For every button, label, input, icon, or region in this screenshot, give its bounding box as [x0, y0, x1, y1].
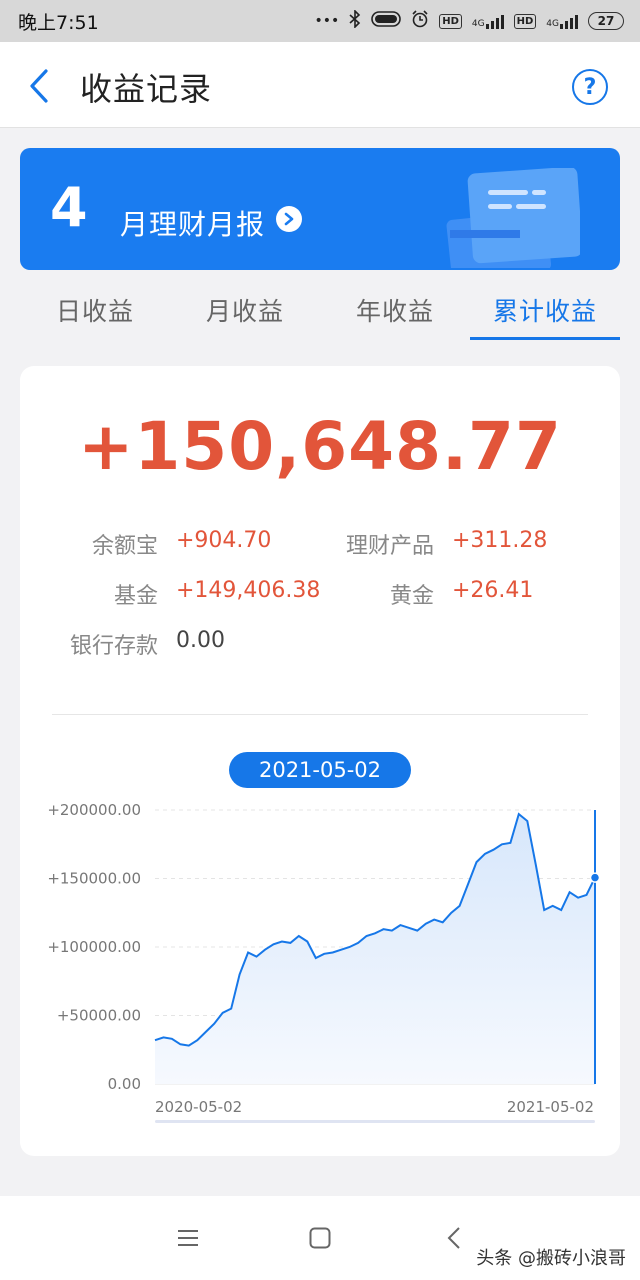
y-tick-label: +150000.00: [47, 870, 141, 888]
chart-range-bar[interactable]: [155, 1120, 595, 1123]
battery-icon: 27: [588, 12, 624, 30]
arrow-right-icon: [276, 206, 302, 232]
total-earnings: +150,648.77: [78, 408, 562, 485]
help-button[interactable]: ?: [572, 69, 608, 105]
signal-icon: [485, 13, 504, 29]
back-button[interactable]: [24, 66, 54, 106]
summary-card: +150,648.77 余额宝 +904.70 理财产品 +311.28 基金 …: [20, 366, 620, 1156]
y-tick-label: +50000.00: [57, 1007, 141, 1025]
x-axis-start-label: 2020-05-02: [155, 1098, 243, 1116]
breakdown-row: 银行存款 0.00: [20, 628, 620, 659]
signal-group-2: 4G: [546, 13, 578, 29]
network-label-1: 4G: [471, 19, 485, 29]
earnings-area: [155, 814, 595, 1084]
signal-icon: [560, 13, 578, 29]
wealth-product-label: 理财产品: [345, 534, 434, 559]
menu-button[interactable]: [166, 1216, 210, 1260]
x-axis-end-label: 2021-05-02: [506, 1098, 594, 1116]
watermark: 头条 @搬砖小浪哥: [476, 1248, 626, 1269]
y-tick-label: +100000.00: [47, 938, 141, 956]
divider: [52, 714, 588, 715]
monthly-report-banner[interactable]: 4 月理财月报: [20, 148, 620, 270]
tab-yearly[interactable]: 年收益: [320, 280, 470, 342]
yuebao-value: +904.70: [176, 528, 272, 553]
back-icon: [447, 1227, 460, 1249]
gold-label: 黄金: [389, 584, 434, 609]
fund-value: +149,406.38: [176, 578, 321, 603]
selection-point: [589, 872, 601, 883]
report-month: 4: [50, 176, 88, 239]
status-time: 晚上7:51: [18, 11, 99, 34]
y-tick-label: 0.00: [108, 1075, 141, 1093]
report-title: 月理财月报: [120, 208, 266, 241]
home-icon: [309, 1227, 331, 1249]
status-icons: ••• HD 4G HD 4G 27: [314, 9, 624, 32]
hd-badge-1: HD: [439, 13, 462, 29]
cumulative-earnings-chart[interactable]: 0.00 +50000.00 +100000.00 +150000.00 +200000…: [20, 796, 620, 1096]
signal-group-1: 4G: [472, 13, 504, 29]
tab-monthly[interactable]: 月收益: [170, 280, 320, 342]
menu-icon: [178, 1230, 198, 1246]
toggle-icon: [371, 11, 402, 31]
breakdown-row: 余额宝 +904.70 理财产品 +311.28: [20, 528, 620, 559]
selected-date-pill: 2021-05-02: [229, 752, 411, 788]
home-button[interactable]: [298, 1216, 342, 1260]
bank-deposit-value: 0.00: [176, 628, 225, 653]
question-icon: ?: [583, 74, 597, 100]
system-back-button[interactable]: [432, 1216, 476, 1260]
bluetooth-icon: [349, 9, 361, 32]
bank-deposit-label: 银行存款: [69, 634, 158, 659]
network-label-2: 4G: [546, 19, 559, 29]
y-tick-label: +200000.00: [47, 801, 141, 819]
gold-value: +26.41: [452, 578, 534, 603]
fund-label: 基金: [113, 584, 158, 609]
tab-daily[interactable]: 日收益: [20, 280, 170, 342]
more-icon: •••: [314, 13, 340, 29]
earnings-tabs: 日收益 月收益 年收益 累计收益: [20, 280, 620, 342]
card-illustration-icon: [446, 168, 580, 268]
hd-badge-2: HD: [513, 13, 537, 29]
breakdown-row: 基金 +149,406.38 黄金 +26.41: [20, 578, 620, 609]
tab-cumulative[interactable]: 累计收益: [470, 280, 620, 342]
chevron-left-icon: [30, 69, 48, 103]
yuebao-label: 余额宝: [91, 534, 158, 559]
wealth-product-value: +311.28: [452, 528, 548, 553]
status-bar: 晚上7:51 ••• HD 4G HD 4G 27: [0, 0, 640, 42]
app-header: 收益记录 ?: [0, 42, 640, 128]
page-title: 收益记录: [80, 70, 213, 108]
alarm-icon: [411, 10, 429, 32]
